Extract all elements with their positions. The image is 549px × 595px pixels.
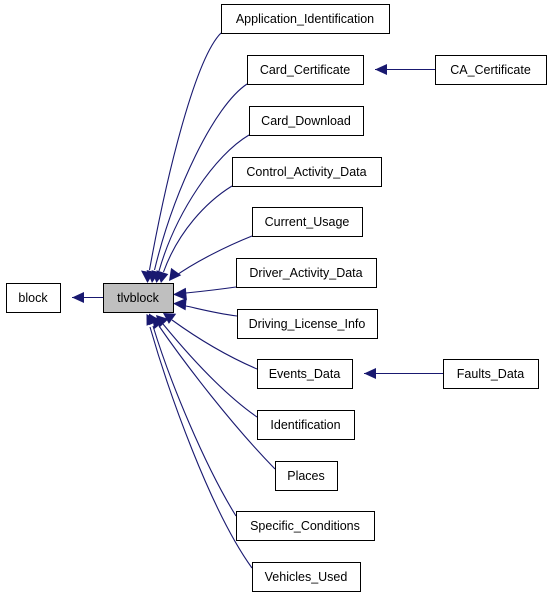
edge-line [148, 32, 222, 271]
edge-Specific_Conditions-to-tlvblock [148, 313, 237, 517]
node-Specific_Conditions[interactable]: Specific_Conditions [236, 511, 375, 541]
inheritance-diagram: block tlvblock Application_Identification C… [0, 0, 549, 595]
edge-arrowhead-icon [173, 287, 187, 301]
node-label: CA_Certificate [450, 63, 531, 77]
node-Card_Certificate[interactable]: Card_Certificate [247, 55, 364, 85]
edge-line [152, 325, 237, 517]
edge-line [158, 325, 276, 470]
edge-line [162, 185, 233, 273]
edge-line [185, 286, 237, 294]
edge-arrowhead-icon [375, 64, 387, 75]
node-Events_Data[interactable]: Events_Data [257, 359, 353, 389]
edge-Driving_License_Info-to-tlvblock [173, 298, 238, 317]
node-tlvblock[interactable]: tlvblock [103, 283, 174, 313]
node-label: Application_Identification [236, 12, 374, 26]
edge-Application_Identification-to-tlvblock [141, 32, 222, 283]
node-Driver_Activity_Data[interactable]: Driver_Activity_Data [236, 258, 377, 288]
node-Application_Identification[interactable]: Application_Identification [221, 4, 390, 34]
node-label: Driving_License_Info [249, 317, 366, 331]
node-label: Places [287, 469, 325, 483]
node-label: Control_Activity_Data [246, 165, 366, 179]
node-label: Card_Certificate [260, 63, 350, 77]
inheritance-graph-canvas: block tlvblock Application_Identification C… [6, 4, 547, 592]
node-Current_Usage[interactable]: Current_Usage [252, 207, 363, 237]
edge-line [185, 305, 238, 317]
edge-arrowhead-icon [173, 298, 187, 311]
edge-Card_Certificate-to-tlvblock [146, 83, 248, 283]
edge-arrowhead-icon [169, 267, 182, 281]
edge-CA_Certificate-to-Card_Certificate [375, 64, 435, 75]
node-label: Specific_Conditions [250, 519, 360, 533]
node-Vehicles_Used[interactable]: Vehicles_Used [252, 562, 361, 592]
node-Faults_Data[interactable]: Faults_Data [443, 359, 539, 389]
edge-tlvblock-to-block [72, 292, 103, 303]
node-Identification[interactable]: Identification [257, 410, 355, 440]
node-Card_Download[interactable]: Card_Download [249, 106, 364, 136]
node-label: Events_Data [269, 367, 341, 381]
node-label: Faults_Data [457, 367, 524, 381]
node-label: Current_Usage [265, 215, 350, 229]
edge-arrowhead-icon [364, 368, 376, 379]
node-label: block [18, 291, 48, 305]
edge-Control_Activity_Data-to-tlvblock [156, 185, 233, 283]
edge-arrowhead-icon [72, 292, 84, 303]
node-label: Driver_Activity_Data [249, 266, 362, 280]
node-Driving_License_Info[interactable]: Driving_License_Info [237, 309, 378, 339]
edge-Driver_Activity_Data-to-tlvblock [173, 286, 237, 301]
node-Places[interactable]: Places [275, 461, 338, 491]
node-label: tlvblock [117, 291, 159, 305]
node-label: Card_Download [261, 114, 351, 128]
node-block[interactable]: block [6, 283, 61, 313]
edge-Faults_Data-to-Events_Data [364, 368, 443, 379]
node-CA_Certificate[interactable]: CA_Certificate [435, 55, 547, 85]
node-label: Vehicles_Used [265, 570, 348, 584]
node-label: Identification [270, 418, 340, 432]
node-Control_Activity_Data[interactable]: Control_Activity_Data [232, 157, 382, 187]
